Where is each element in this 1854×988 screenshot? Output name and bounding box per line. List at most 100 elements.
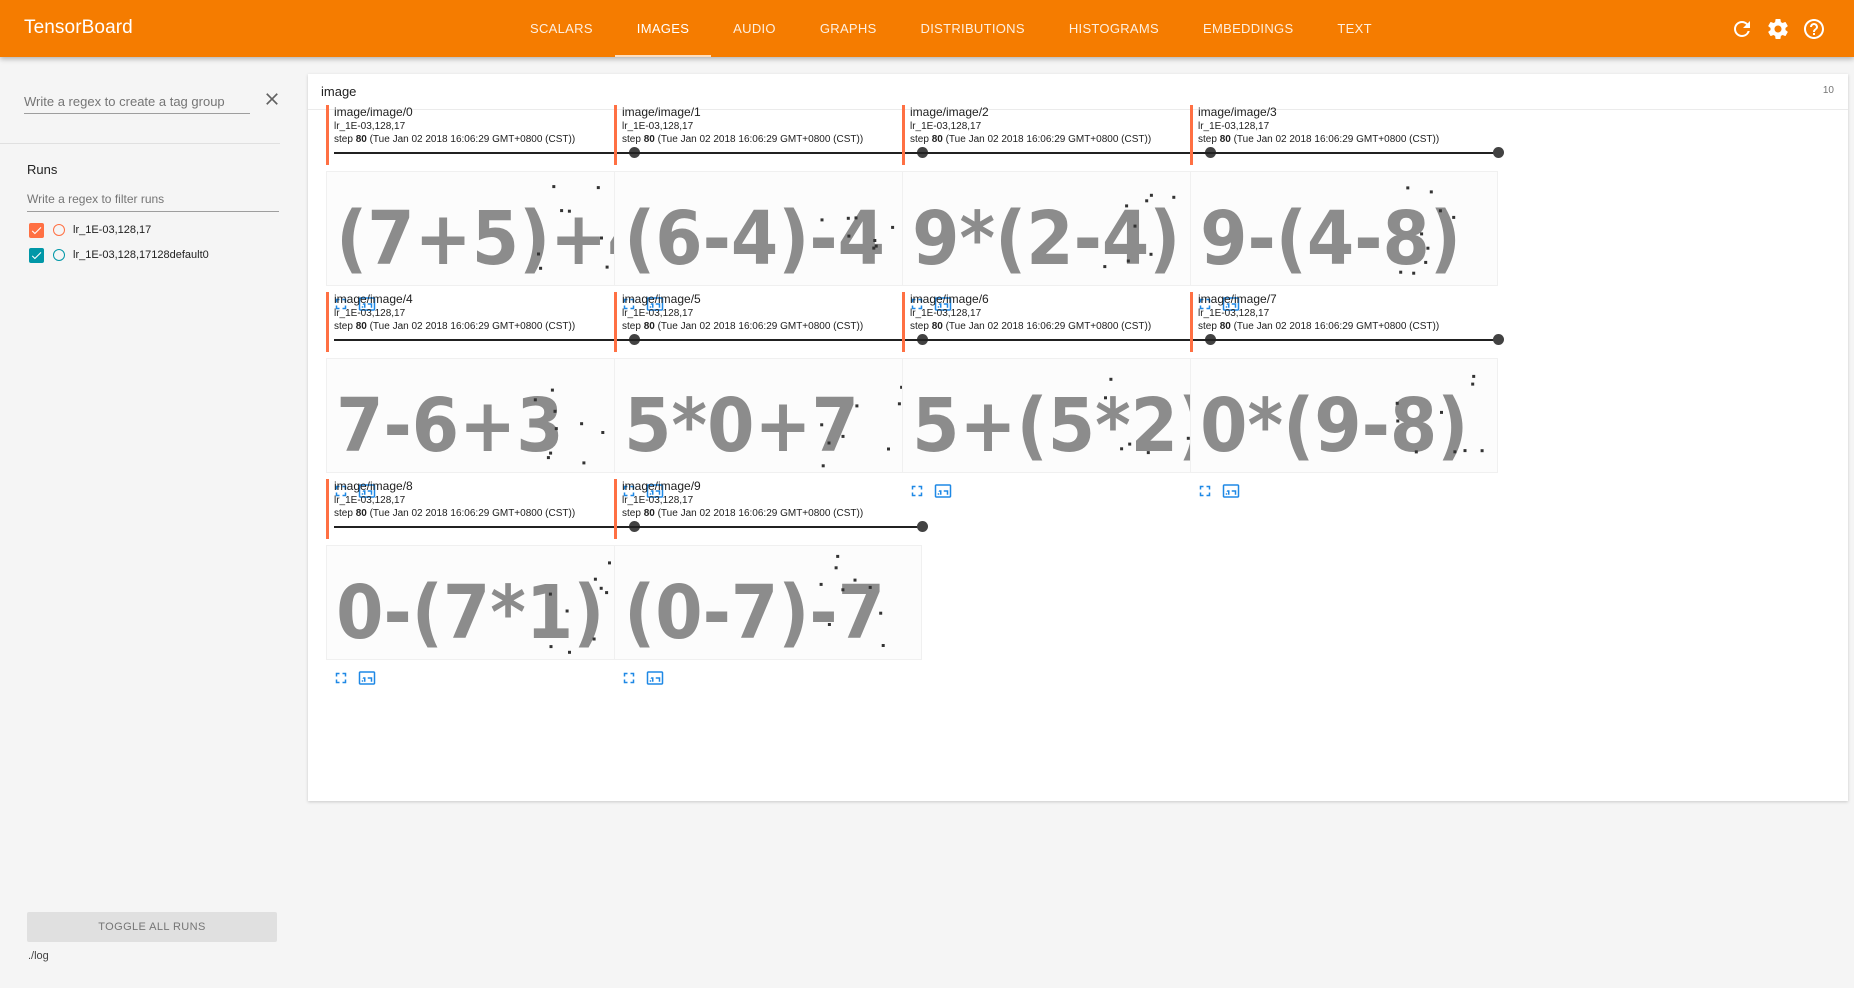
step-time: (Tue Jan 02 2018 16:06:29 GMT+0800 (CST)… <box>657 321 864 332</box>
noise-dot <box>1426 246 1430 250</box>
captcha-image-text: 0-(7*1) <box>336 569 604 655</box>
captcha-image: (0-7)-7 <box>614 545 922 660</box>
step-label: step <box>622 508 641 519</box>
noise-dot <box>582 461 586 465</box>
captcha-image-text: (0-7)-7 <box>624 569 885 655</box>
noise-dot <box>1146 451 1150 455</box>
step-slider-knob[interactable] <box>1493 334 1504 345</box>
step-slider[interactable] <box>334 152 634 154</box>
step-slider[interactable] <box>334 526 634 528</box>
noise-dot <box>1453 450 1457 454</box>
step-time: (Tue Jan 02 2018 16:06:29 GMT+0800 (CST)… <box>369 321 576 332</box>
captcha-image-render: 7-6+3 <box>336 382 605 469</box>
fullscreen-icon[interactable] <box>1196 482 1214 500</box>
close-icon[interactable] <box>262 89 282 109</box>
noise-dot <box>853 578 857 582</box>
noise-dot <box>549 645 553 649</box>
noise-dot <box>1149 252 1153 256</box>
actual-size-icon[interactable] <box>934 482 952 500</box>
noise-dot <box>554 427 558 431</box>
noise-dot <box>605 591 609 595</box>
tag-group-input[interactable] <box>24 89 250 114</box>
noise-dot <box>847 234 851 238</box>
captcha-image: 7-6+3 <box>326 358 634 473</box>
noise-dot <box>1424 260 1428 264</box>
step-slider[interactable] <box>622 339 922 341</box>
captcha-image-render: 5*0+7 <box>624 382 917 469</box>
step-value: 80 <box>931 321 943 332</box>
sidebar: Runs lr_1E-03,128,17 lr_1E-03,128,17128d… <box>0 57 306 988</box>
run-item-1[interactable]: lr_1E-03,128,17128default0 <box>29 245 209 265</box>
runs-filter-input[interactable] <box>27 187 279 212</box>
run-checkbox-1[interactable] <box>29 247 44 263</box>
step-slider[interactable] <box>622 152 922 154</box>
noise-dot <box>560 209 564 213</box>
step-slider-knob[interactable] <box>917 521 928 532</box>
tab-distributions[interactable]: DISTRIBUTIONS <box>899 0 1047 57</box>
run-label: lr_1E-03,128,17128default0 <box>73 249 209 261</box>
sidebar-divider <box>0 143 280 144</box>
top-toolbar: TensorBoard SCALARS IMAGES AUDIO GRAPHS … <box>0 0 1854 57</box>
step-label: step <box>1198 134 1217 145</box>
step-slider[interactable] <box>910 152 1210 154</box>
step-slider[interactable] <box>910 339 1210 341</box>
noise-dot <box>537 252 540 256</box>
noise-dot <box>1429 190 1433 194</box>
image-step-info: step 80 (Tue Jan 02 2018 16:06:29 GMT+08… <box>910 321 1151 332</box>
captcha-image: (7+5)+4 <box>326 171 634 286</box>
tab-images[interactable]: IMAGES <box>614 0 712 57</box>
noise-dot <box>1395 401 1399 405</box>
step-slider[interactable] <box>622 526 922 528</box>
noise-dot <box>836 554 840 558</box>
toggle-all-runs-button[interactable]: TOGGLE ALL RUNS <box>27 912 277 942</box>
captcha-image-render: (7+5)+4 <box>336 185 633 282</box>
tab-audio[interactable]: AUDIO <box>711 0 798 57</box>
tab-text[interactable]: TEXT <box>1315 0 1393 57</box>
captcha-image-render: 5+(5*2) <box>912 374 1209 469</box>
step-time: (Tue Jan 02 2018 16:06:29 GMT+0800 (CST)… <box>369 134 576 145</box>
noise-dot <box>881 644 885 647</box>
image-tag-name: image/image/0 <box>334 105 413 119</box>
actual-size-icon[interactable] <box>358 669 376 687</box>
tag-group-card: image 10 image/image/0 lr_1E-03,128,17 ste… <box>308 74 1848 801</box>
noise-dot <box>539 266 543 270</box>
fullscreen-icon[interactable] <box>332 669 350 687</box>
step-slider[interactable] <box>1198 339 1498 341</box>
run-label: lr_1E-03,128,17 <box>73 224 152 236</box>
noise-dot <box>552 185 556 189</box>
refresh-icon[interactable] <box>1730 17 1754 41</box>
step-label: step <box>334 134 353 145</box>
actual-size-icon[interactable] <box>1222 482 1240 500</box>
actual-size-icon[interactable] <box>646 669 664 687</box>
step-slider-knob[interactable] <box>1493 147 1504 158</box>
noise-dot <box>580 422 584 426</box>
run-color-bar <box>326 479 329 539</box>
noise-dot <box>873 239 877 242</box>
app-title: TensorBoard <box>24 17 133 38</box>
step-slider[interactable] <box>1198 152 1498 154</box>
step-label: step <box>910 134 929 145</box>
run-color-bar <box>614 479 617 539</box>
noise-dot <box>1480 449 1484 453</box>
step-slider[interactable] <box>334 339 634 341</box>
captcha-image-render: 9-(4-8) <box>1200 186 1461 282</box>
tab-histograms[interactable]: HISTOGRAMS <box>1047 0 1181 57</box>
noise-dot <box>855 404 859 408</box>
help-icon[interactable] <box>1802 17 1826 41</box>
noise-dot <box>1396 419 1400 423</box>
tab-graphs[interactable]: GRAPHS <box>798 0 899 57</box>
image-tag-name: image/image/6 <box>910 292 989 306</box>
step-time: (Tue Jan 02 2018 16:06:29 GMT+0800 (CST)… <box>657 134 864 145</box>
run-item-0[interactable]: lr_1E-03,128,17 <box>29 220 151 240</box>
run-color-bar <box>326 292 329 352</box>
dashboard-tabs: SCALARS IMAGES AUDIO GRAPHS DISTRIBUTION… <box>508 0 1394 57</box>
step-value: 80 <box>1219 321 1231 332</box>
settings-icon[interactable] <box>1766 17 1790 41</box>
noise-dot <box>841 434 845 438</box>
tab-scalars[interactable]: SCALARS <box>508 0 615 57</box>
run-color-dot-0 <box>53 224 65 236</box>
run-checkbox-0[interactable] <box>29 222 44 238</box>
fullscreen-icon[interactable] <box>620 669 638 687</box>
captcha-image-text: 5+(5*2) <box>912 382 1209 468</box>
tab-embeddings[interactable]: EMBEDDINGS <box>1181 0 1315 57</box>
